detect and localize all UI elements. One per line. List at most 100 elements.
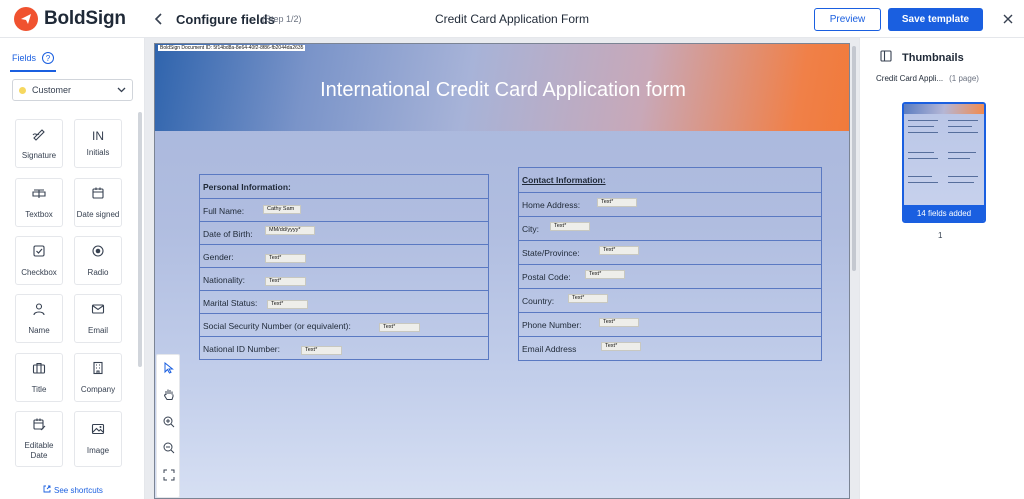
thumbnail-line (908, 158, 938, 159)
app-logo[interactable]: BoldSign (14, 7, 126, 31)
field-radio[interactable]: Radio (74, 236, 122, 285)
table-row: Contact Information: (519, 168, 821, 192)
thumbnail-line (948, 120, 978, 121)
form-field[interactable]: Text* (599, 318, 639, 327)
row-label: Email Address (522, 344, 577, 354)
document-id: BoldSign Document ID: 5f14bd8a-8e64-40f2… (158, 45, 306, 51)
table-row: Gender: Text* (200, 244, 488, 268)
field-signature[interactable]: Signature (15, 119, 63, 168)
save-template-button[interactable]: Save template (888, 8, 983, 31)
table-row: Marital Status: Text* (200, 290, 488, 314)
panel-toggle-icon[interactable] (880, 50, 892, 65)
field-label: Title (31, 384, 47, 394)
field-label: Name (28, 325, 50, 335)
row-label: Postal Code: (522, 272, 571, 282)
fit-screen-icon[interactable] (162, 468, 176, 482)
canvas-scrollbar[interactable] (852, 46, 856, 271)
form-field[interactable]: Text* (597, 198, 637, 207)
form-field[interactable]: Cathy Sam (263, 205, 301, 214)
table-row: Social Security Number (or equivalent): … (200, 313, 488, 337)
form-field[interactable]: Text* (265, 254, 306, 263)
person-icon (32, 302, 46, 321)
recipient-name: Customer (32, 85, 72, 95)
thumbnail-banner (904, 104, 984, 114)
thumbnail-doc-info: Credit Card Appli... (1 page) (876, 74, 979, 83)
field-title[interactable]: Title (15, 353, 63, 402)
form-field[interactable]: MM/dd/yyyy* (265, 226, 315, 235)
form-field[interactable]: Text* (301, 346, 342, 355)
row-label: National ID Number: (203, 344, 281, 354)
form-field[interactable]: Text* (601, 342, 641, 351)
form-field[interactable]: Text* (550, 222, 590, 231)
thumbnail-line (948, 152, 976, 153)
field-label: Editable Date (24, 441, 54, 460)
form-field[interactable]: Text* (379, 323, 420, 332)
document-heading: International Credit Card Application fo… (320, 79, 686, 101)
field-name[interactable]: Name (15, 294, 63, 343)
help-icon[interactable]: ? (42, 52, 55, 64)
field-label: Textbox (25, 209, 53, 219)
table-row: Nationality: Text* (200, 267, 488, 291)
preview-button[interactable]: Preview (814, 8, 881, 31)
field-initials[interactable]: IN Initials (74, 119, 122, 168)
form-field[interactable]: Text* (265, 277, 306, 286)
row-label: Phone Number: (522, 320, 582, 330)
image-icon (91, 422, 105, 441)
recipient-color-dot (19, 86, 26, 94)
sidebar-scrollbar[interactable] (138, 112, 142, 367)
signature-icon (32, 127, 46, 146)
thumbnail-line (948, 182, 974, 183)
zoom-out-icon[interactable] (162, 441, 176, 455)
field-image[interactable]: Image (74, 411, 122, 467)
boldsign-logo-icon (14, 7, 38, 31)
field-email[interactable]: Email (74, 294, 122, 343)
textbox-icon (32, 186, 46, 205)
top-bar: BoldSign Configure fields (Step 1/2) Cre… (0, 0, 1024, 38)
form-field[interactable]: Text* (568, 294, 608, 303)
table-row: Date of Birth: MM/dd/yyyy* (200, 221, 488, 245)
thumbnail-line (948, 126, 972, 127)
table-row: National ID Number: Text* (200, 336, 488, 360)
tab-fields[interactable]: Fields ? (12, 52, 55, 64)
radio-icon (91, 244, 105, 263)
field-company[interactable]: Company (74, 353, 122, 402)
zoom-in-icon[interactable] (162, 415, 176, 429)
fields-panel: Fields ? Customer Signature IN Initials … (0, 38, 145, 499)
table-row: Personal Information: (200, 175, 488, 199)
table-row: City: Text* (519, 216, 821, 240)
table-row: State/Province: Text* (519, 240, 821, 264)
back-icon[interactable] (150, 10, 168, 28)
recipient-select[interactable]: Customer (12, 79, 133, 101)
table-row: Home Address: Text* (519, 192, 821, 216)
field-date-signed[interactable]: Date signed (74, 178, 122, 227)
canvas-toolbar (156, 354, 180, 498)
document-canvas[interactable]: BoldSign Document ID: 5f14bd8a-8e64-40f2… (145, 38, 859, 499)
form-field[interactable]: Text* (599, 246, 639, 255)
close-icon[interactable] (1000, 11, 1016, 27)
fields-added-badge: 14 fields added (904, 205, 984, 221)
calendar-icon (91, 186, 105, 205)
field-checkbox[interactable]: Checkbox (15, 236, 63, 285)
field-label: Image (86, 446, 110, 455)
thumbnail-line (908, 120, 938, 121)
hand-icon[interactable] (162, 387, 176, 401)
calendar-edit-icon (32, 417, 46, 436)
field-editable-date[interactable]: Editable Date (15, 411, 63, 467)
section-heading: Contact Information: (522, 175, 606, 185)
field-textbox[interactable]: Textbox (15, 178, 63, 227)
tab-fields-label: Fields (12, 53, 37, 63)
document-page[interactable]: BoldSign Document ID: 5f14bd8a-8e64-40f2… (154, 43, 850, 499)
thumbnail-line (948, 176, 978, 177)
field-label: Company (80, 384, 116, 394)
see-shortcuts-link[interactable]: See shortcuts (43, 485, 103, 495)
form-field[interactable]: Text* (585, 270, 625, 279)
thumbnail-line (908, 152, 934, 153)
table-row: Country: Text* (519, 288, 821, 312)
thumbnail-line (908, 176, 932, 177)
pointer-icon[interactable] (162, 361, 176, 375)
page-thumbnail[interactable]: 14 fields added (902, 102, 986, 223)
form-field[interactable]: Text* (267, 300, 308, 309)
document-title: Credit Card Application Form (434, 12, 590, 26)
row-label: Social Security Number (or equivalent): (203, 321, 351, 331)
row-label: Date of Birth: (203, 229, 253, 239)
